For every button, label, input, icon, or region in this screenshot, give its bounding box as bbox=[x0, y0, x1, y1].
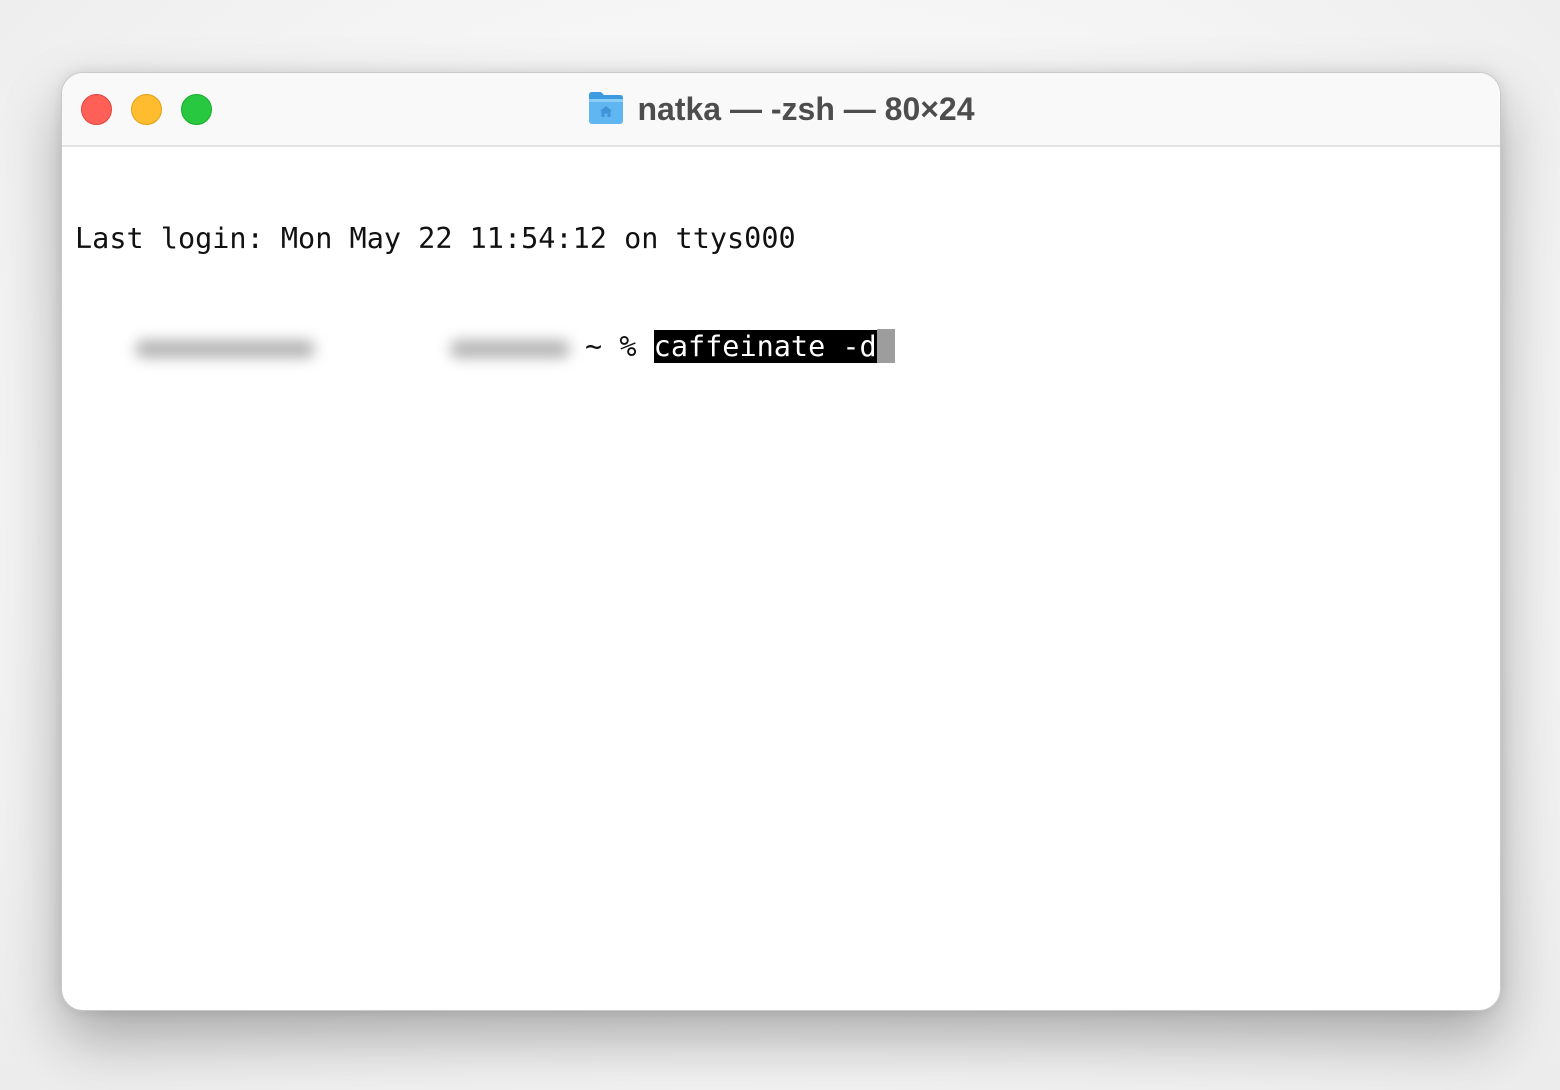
title-bar[interactable]: natka — -zsh — 80×24 bbox=[62, 73, 1500, 147]
terminal-window: natka — -zsh — 80×24 Last login: Mon May… bbox=[61, 72, 1501, 1011]
redacted-text bbox=[135, 340, 315, 358]
terminal-line: Last login: Mon May 22 11:54:12 on ttys0… bbox=[75, 222, 796, 255]
redacted-text bbox=[450, 340, 570, 358]
text-cursor bbox=[876, 329, 895, 363]
terminal-content[interactable]: Last login: Mon May 22 11:54:12 on ttys0… bbox=[75, 149, 1500, 1010]
window-title-text: natka — -zsh — 80×24 bbox=[637, 90, 975, 127]
prompt-line: ~ % caffeinate -d bbox=[75, 329, 1500, 365]
prompt-symbol: ~ % bbox=[585, 330, 637, 363]
command-text[interactable]: caffeinate -d bbox=[653, 330, 877, 363]
window-title: natka — -zsh — 80×24 bbox=[62, 73, 1500, 145]
prompt: ~ % caffeinate -d bbox=[585, 329, 895, 365]
home-folder-icon bbox=[589, 92, 624, 124]
